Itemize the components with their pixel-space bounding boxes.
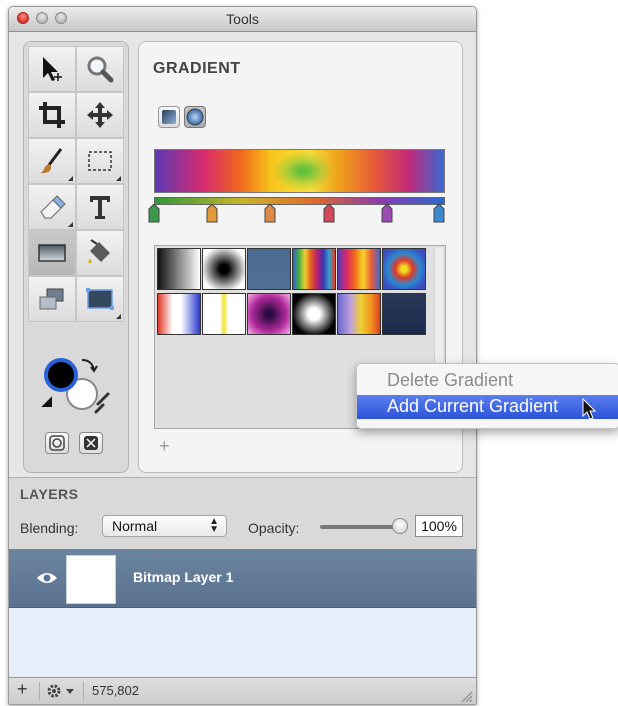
submenu-indicator (116, 176, 121, 181)
menu-item-delete-gradient[interactable]: Delete Gradient (357, 370, 618, 394)
radial-gradient-button[interactable] (184, 106, 206, 128)
add-gradient-button[interactable]: + (159, 436, 170, 457)
context-menu: Delete Gradient Add Current Gradient (356, 363, 618, 429)
gradient-preset-swatch[interactable] (202, 293, 246, 335)
add-layer-button[interactable]: + (17, 679, 28, 700)
gradient-preset-swatch[interactable] (337, 293, 381, 335)
tools-window: Tools GRADIENT + LAYERS Blending: Normal… (8, 6, 477, 705)
zoom-tool[interactable] (76, 46, 124, 92)
gear-icon[interactable] (46, 683, 80, 699)
fullscreen-button[interactable] (79, 432, 103, 454)
status-bar: + 575,802 (9, 677, 476, 704)
text-icon (90, 196, 110, 219)
gradient-stop-track[interactable] (154, 197, 445, 205)
mouse-pointer-icon (582, 398, 597, 420)
gradient-stop-handle[interactable] (206, 204, 218, 224)
mask-mode-button[interactable] (45, 432, 69, 454)
eraser-icon (40, 195, 66, 219)
opacity-slider[interactable] (320, 525, 402, 529)
window-title: Tools (226, 11, 259, 27)
submenu-indicator (68, 222, 73, 227)
paint-bucket-icon (88, 239, 110, 264)
layers-title: LAYERS (20, 486, 79, 502)
gradient-stop-handle[interactable] (323, 204, 335, 224)
crop-icon (39, 102, 65, 128)
gradient-preview[interactable] (154, 149, 445, 193)
gradient-preset-swatch[interactable] (292, 248, 336, 290)
gradient-preset-swatch[interactable] (202, 248, 246, 290)
opacity-slider-knob[interactable] (392, 518, 408, 534)
magnifier-icon (87, 56, 114, 83)
opacity-field[interactable]: 100% (415, 515, 463, 537)
linear-gradient-icon (162, 110, 176, 124)
blending-value: Normal (112, 518, 158, 534)
text-tool[interactable] (76, 184, 124, 230)
resize-grip-icon[interactable] (459, 689, 473, 703)
gradient-preset-swatch[interactable] (337, 248, 381, 290)
shapes-icon (39, 288, 64, 310)
blending-label: Blending: (20, 520, 79, 536)
eyedropper-icon (94, 392, 110, 414)
mask-mode-icon (49, 435, 65, 451)
submenu-indicator (68, 176, 73, 181)
opacity-label: Opacity: (248, 520, 300, 536)
gradient-preset-swatch[interactable] (247, 293, 291, 335)
gradient-preset-swatch[interactable] (157, 293, 201, 335)
brush-tool[interactable] (28, 138, 76, 184)
crop-tool[interactable] (28, 92, 76, 138)
fullscreen-icon (84, 436, 98, 450)
gradient-tool[interactable] (28, 230, 76, 276)
title-bar[interactable]: Tools (9, 7, 476, 32)
move-select-tool[interactable] (28, 46, 76, 92)
gradient-stop-handle[interactable] (433, 204, 445, 224)
radial-gradient-icon (186, 108, 204, 126)
marquee-icon (88, 151, 112, 171)
gradient-panel-title: GRADIENT (153, 60, 241, 77)
eraser-tool[interactable] (28, 184, 76, 230)
rectangle-icon (86, 288, 114, 310)
blending-select[interactable]: Normal ▲ ▼ (102, 515, 227, 537)
gradient-preset-swatch[interactable] (382, 293, 426, 335)
move-arrows-icon (87, 102, 113, 128)
marquee-tool[interactable] (76, 138, 124, 184)
fill-tool[interactable] (76, 230, 124, 276)
gradient-preset-swatch[interactable] (292, 293, 336, 335)
brush-icon (40, 148, 63, 174)
updown-arrows-icon: ▲ ▼ (209, 516, 219, 535)
gradient-preset-swatch[interactable] (247, 248, 291, 290)
layers-list-empty-area (9, 608, 476, 676)
gradient-icon (38, 244, 66, 262)
shape-tool[interactable] (28, 276, 76, 322)
swap-colors-icon (81, 359, 98, 373)
pan-tool[interactable] (76, 92, 124, 138)
arrow-move-icon (43, 57, 62, 81)
gradient-stop-handle[interactable] (381, 204, 393, 224)
gradient-stop-handle[interactable] (264, 204, 276, 224)
eye-icon[interactable] (36, 570, 58, 586)
color-wells (41, 358, 110, 414)
foreground-color-well (44, 358, 78, 392)
layer-name: Bitmap Layer 1 (133, 569, 234, 585)
layer-row[interactable]: Bitmap Layer 1 (9, 549, 476, 608)
layer-thumbnail (66, 555, 116, 604)
gradient-preset-swatch[interactable] (382, 248, 426, 290)
linear-gradient-button[interactable] (158, 106, 180, 128)
gradient-preset-swatch[interactable] (157, 248, 201, 290)
rect-tool[interactable] (76, 276, 124, 322)
divider (83, 682, 84, 700)
canvas-size: 575,802 (92, 683, 139, 698)
submenu-indicator (116, 314, 121, 319)
menu-item-add-current-gradient[interactable]: Add Current Gradient (357, 395, 618, 419)
gradient-stop-handle[interactable] (148, 204, 160, 224)
toolbox (23, 41, 129, 473)
divider (39, 682, 40, 700)
layers-panel: LAYERS Blending: Normal ▲ ▼ Opacity: 100% (9, 477, 476, 549)
